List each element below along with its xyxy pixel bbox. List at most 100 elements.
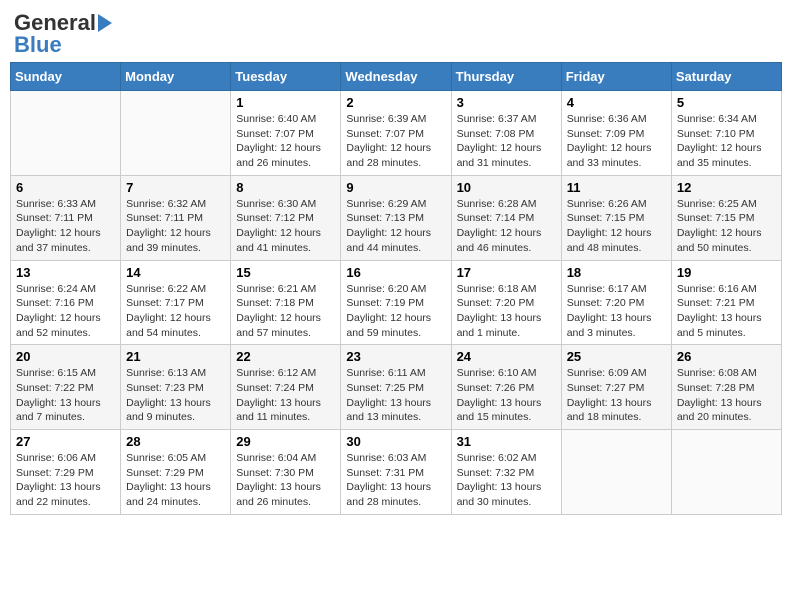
day-number: 29	[236, 434, 335, 449]
calendar-cell: 9 Sunrise: 6:29 AM Sunset: 7:13 PM Daylig…	[341, 175, 451, 260]
calendar-week-row: 13 Sunrise: 6:24 AM Sunset: 7:16 PM Dayli…	[11, 260, 782, 345]
day-info: Sunrise: 6:37 AM Sunset: 7:08 PM Dayligh…	[457, 113, 542, 169]
calendar-cell: 4 Sunrise: 6:36 AM Sunset: 7:09 PM Daylig…	[561, 91, 671, 176]
calendar-cell: 22 Sunrise: 6:12 AM Sunset: 7:24 PM Dayli…	[231, 345, 341, 430]
day-info: Sunrise: 6:28 AM Sunset: 7:14 PM Dayligh…	[457, 198, 542, 254]
calendar-cell: 6 Sunrise: 6:33 AM Sunset: 7:11 PM Daylig…	[11, 175, 121, 260]
day-number: 18	[567, 265, 666, 280]
day-info: Sunrise: 6:18 AM Sunset: 7:20 PM Dayligh…	[457, 283, 542, 339]
calendar-cell: 15 Sunrise: 6:21 AM Sunset: 7:18 PM Dayli…	[231, 260, 341, 345]
day-number: 5	[677, 95, 776, 110]
calendar-cell: 24 Sunrise: 6:10 AM Sunset: 7:26 PM Dayli…	[451, 345, 561, 430]
weekday-header-thursday: Thursday	[451, 63, 561, 91]
day-number: 25	[567, 349, 666, 364]
calendar-cell: 7Sunrise: 6:32 AM Sunset: 7:11 PM Daylig…	[121, 175, 231, 260]
day-info: Sunrise: 6:06 AM Sunset: 7:29 PM Dayligh…	[16, 452, 101, 508]
weekday-header-sunday: Sunday	[11, 63, 121, 91]
day-number: 15	[236, 265, 335, 280]
day-number: 30	[346, 434, 445, 449]
calendar-week-row: 1 Sunrise: 6:40 AM Sunset: 7:07 PM Daylig…	[11, 91, 782, 176]
day-number: 3	[457, 95, 556, 110]
day-number: 6	[16, 180, 115, 195]
day-info: Sunrise: 6:33 AM Sunset: 7:11 PM Dayligh…	[16, 198, 101, 254]
day-number: 1	[236, 95, 335, 110]
weekday-header-row: SundayMondayTuesdayWednesdayThursdayFrid…	[11, 63, 782, 91]
day-info: Sunrise: 6:34 AM Sunset: 7:10 PM Dayligh…	[677, 113, 762, 169]
calendar-cell: 11 Sunrise: 6:26 AM Sunset: 7:15 PM Dayli…	[561, 175, 671, 260]
day-info: Sunrise: 6:26 AM Sunset: 7:15 PM Dayligh…	[567, 198, 652, 254]
calendar-cell: 29 Sunrise: 6:04 AM Sunset: 7:30 PM Dayli…	[231, 430, 341, 515]
day-number: 16	[346, 265, 445, 280]
day-number: 28	[126, 434, 225, 449]
logo-blue: Blue	[14, 32, 62, 58]
day-number: 31	[457, 434, 556, 449]
weekday-header-monday: Monday	[121, 63, 231, 91]
day-info: Sunrise: 6:30 AM Sunset: 7:12 PM Dayligh…	[236, 198, 321, 254]
day-info: Sunrise: 6:02 AM Sunset: 7:32 PM Dayligh…	[457, 452, 542, 508]
calendar-cell	[121, 91, 231, 176]
calendar-cell: 1 Sunrise: 6:40 AM Sunset: 7:07 PM Daylig…	[231, 91, 341, 176]
day-number: 17	[457, 265, 556, 280]
day-info: Sunrise: 6:12 AM Sunset: 7:24 PM Dayligh…	[236, 367, 321, 423]
day-info: Sunrise: 6:15 AM Sunset: 7:22 PM Dayligh…	[16, 367, 101, 423]
day-info: Sunrise: 6:13 AM Sunset: 7:23 PM Dayligh…	[126, 367, 211, 423]
calendar-table: SundayMondayTuesdayWednesdayThursdayFrid…	[10, 62, 782, 515]
day-number: 20	[16, 349, 115, 364]
calendar-cell: 21 Sunrise: 6:13 AM Sunset: 7:23 PM Dayli…	[121, 345, 231, 430]
day-number: 8	[236, 180, 335, 195]
calendar-cell: 16 Sunrise: 6:20 AM Sunset: 7:19 PM Dayli…	[341, 260, 451, 345]
weekday-header-saturday: Saturday	[671, 63, 781, 91]
day-number: 24	[457, 349, 556, 364]
day-info: Sunrise: 6:08 AM Sunset: 7:28 PM Dayligh…	[677, 367, 762, 423]
day-info: Sunrise: 6:16 AM Sunset: 7:21 PM Dayligh…	[677, 283, 762, 339]
day-info: Sunrise: 6:05 AM Sunset: 7:29 PM Dayligh…	[126, 452, 211, 508]
calendar-week-row: 20 Sunrise: 6:15 AM Sunset: 7:22 PM Dayli…	[11, 345, 782, 430]
day-info: Sunrise: 6:11 AM Sunset: 7:25 PM Dayligh…	[346, 367, 431, 423]
logo: General Blue	[14, 10, 112, 58]
day-number: 23	[346, 349, 445, 364]
day-info: Sunrise: 6:29 AM Sunset: 7:13 PM Dayligh…	[346, 198, 431, 254]
calendar-cell: 27 Sunrise: 6:06 AM Sunset: 7:29 PM Dayli…	[11, 430, 121, 515]
calendar-cell: 19 Sunrise: 6:16 AM Sunset: 7:21 PM Dayli…	[671, 260, 781, 345]
day-info: Sunrise: 6:17 AM Sunset: 7:20 PM Dayligh…	[567, 283, 652, 339]
calendar-cell: 17 Sunrise: 6:18 AM Sunset: 7:20 PM Dayli…	[451, 260, 561, 345]
day-info: Sunrise: 6:24 AM Sunset: 7:16 PM Dayligh…	[16, 283, 101, 339]
calendar-cell: 5 Sunrise: 6:34 AM Sunset: 7:10 PM Daylig…	[671, 91, 781, 176]
calendar-cell: 30Sunrise: 6:03 AM Sunset: 7:31 PM Dayli…	[341, 430, 451, 515]
calendar-cell: 26 Sunrise: 6:08 AM Sunset: 7:28 PM Dayli…	[671, 345, 781, 430]
calendar-cell: 20 Sunrise: 6:15 AM Sunset: 7:22 PM Dayli…	[11, 345, 121, 430]
calendar-cell: 23 Sunrise: 6:11 AM Sunset: 7:25 PM Dayli…	[341, 345, 451, 430]
calendar-cell: 25Sunrise: 6:09 AM Sunset: 7:27 PM Dayli…	[561, 345, 671, 430]
day-info: Sunrise: 6:39 AM Sunset: 7:07 PM Dayligh…	[346, 113, 431, 169]
day-info: Sunrise: 6:40 AM Sunset: 7:07 PM Dayligh…	[236, 113, 321, 169]
calendar-week-row: 6 Sunrise: 6:33 AM Sunset: 7:11 PM Daylig…	[11, 175, 782, 260]
day-number: 21	[126, 349, 225, 364]
calendar-cell: 18 Sunrise: 6:17 AM Sunset: 7:20 PM Dayli…	[561, 260, 671, 345]
day-info: Sunrise: 6:04 AM Sunset: 7:30 PM Dayligh…	[236, 452, 321, 508]
day-number: 27	[16, 434, 115, 449]
day-number: 11	[567, 180, 666, 195]
day-number: 9	[346, 180, 445, 195]
day-info: Sunrise: 6:21 AM Sunset: 7:18 PM Dayligh…	[236, 283, 321, 339]
day-info: Sunrise: 6:25 AM Sunset: 7:15 PM Dayligh…	[677, 198, 762, 254]
day-number: 4	[567, 95, 666, 110]
calendar-cell: 14 Sunrise: 6:22 AM Sunset: 7:17 PM Dayli…	[121, 260, 231, 345]
calendar-cell: 2Sunrise: 6:39 AM Sunset: 7:07 PM Daylig…	[341, 91, 451, 176]
day-info: Sunrise: 6:36 AM Sunset: 7:09 PM Dayligh…	[567, 113, 652, 169]
calendar-cell: 13 Sunrise: 6:24 AM Sunset: 7:16 PM Dayli…	[11, 260, 121, 345]
day-number: 26	[677, 349, 776, 364]
day-number: 19	[677, 265, 776, 280]
calendar-cell	[11, 91, 121, 176]
day-info: Sunrise: 6:10 AM Sunset: 7:26 PM Dayligh…	[457, 367, 542, 423]
day-number: 22	[236, 349, 335, 364]
calendar-week-row: 27 Sunrise: 6:06 AM Sunset: 7:29 PM Dayli…	[11, 430, 782, 515]
calendar-cell: 31 Sunrise: 6:02 AM Sunset: 7:32 PM Dayli…	[451, 430, 561, 515]
day-info: Sunrise: 6:20 AM Sunset: 7:19 PM Dayligh…	[346, 283, 431, 339]
calendar-cell: 10Sunrise: 6:28 AM Sunset: 7:14 PM Dayli…	[451, 175, 561, 260]
page-header: General Blue	[10, 10, 782, 58]
day-info: Sunrise: 6:32 AM Sunset: 7:11 PM Dayligh…	[126, 198, 211, 254]
day-number: 14	[126, 265, 225, 280]
day-number: 13	[16, 265, 115, 280]
day-info: Sunrise: 6:22 AM Sunset: 7:17 PM Dayligh…	[126, 283, 211, 339]
calendar-cell	[671, 430, 781, 515]
